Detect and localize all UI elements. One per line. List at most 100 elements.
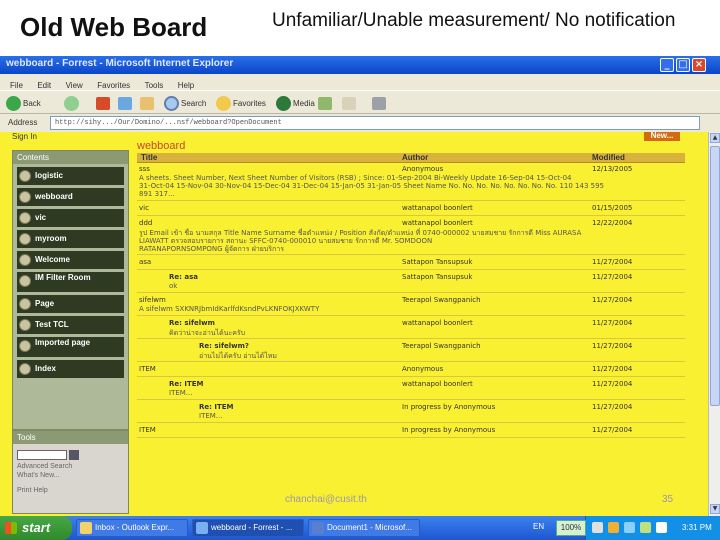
favorites-button[interactable]: Favorites: [216, 94, 266, 112]
table-row[interactable]: ITEM In progress by Anonymous 11/27/2004: [137, 426, 685, 438]
tools-search-go-button[interactable]: [69, 450, 79, 460]
search-button[interactable]: Search: [164, 94, 206, 112]
tray-network-icon[interactable]: [592, 522, 603, 533]
table-row[interactable]: ITEM Anonymous 11/27/2004: [137, 365, 685, 377]
back-button[interactable]: Back: [6, 94, 41, 112]
column-title[interactable]: Title: [141, 153, 157, 163]
row-title[interactable]: Re: asa: [169, 273, 198, 281]
address-label: Address: [8, 118, 38, 127]
tray-app-icon[interactable]: [640, 522, 651, 533]
slide-page-number: 35: [662, 494, 674, 505]
advanced-search-link[interactable]: Advanced Search: [17, 462, 128, 471]
sidebar-item-myroom[interactable]: myroom: [17, 230, 124, 248]
row-title[interactable]: Re: sifelwm?: [199, 342, 249, 350]
row-title[interactable]: ITEM: [139, 426, 156, 434]
row-author: Sattapon Tansupsuk: [402, 273, 473, 281]
table-row[interactable]: vic wattanapol boonlert 01/15/2005: [137, 204, 685, 216]
window-titlebar[interactable]: webboard - Forrest - Microsoft Internet …: [0, 56, 720, 74]
sidebar-item-im-filter-room[interactable]: IM Filter Room: [17, 272, 124, 292]
sidebar-item-welcome[interactable]: Welcome: [17, 251, 124, 269]
close-button[interactable]: ×: [692, 58, 706, 72]
history-button[interactable]: [318, 94, 334, 112]
system-tray: EN 100% 3:31 PM: [533, 516, 720, 540]
bullet-icon: [19, 275, 31, 287]
sidebar-item-logistic[interactable]: logistic: [17, 167, 124, 185]
sidebar-item-webboard[interactable]: webboard: [17, 188, 124, 206]
maximize-button[interactable]: □: [676, 58, 690, 72]
tools-panel: Tools Advanced Search What's New... Prin…: [12, 430, 129, 514]
scroll-thumb[interactable]: [710, 146, 720, 406]
row-body-line: A sheets. Sheet Number, Next Sheet Numbe…: [139, 174, 572, 182]
table-row[interactable]: asa Sattapon Tansupsuk 11/27/2004: [137, 258, 685, 270]
sidebar-item-vic[interactable]: vic: [17, 209, 124, 227]
mail-button[interactable]: [342, 94, 358, 112]
table-row[interactable]: ddd wattanapol boonlert 12/22/2004 รูป Emai…: [137, 219, 685, 255]
home-button[interactable]: [140, 94, 156, 112]
table-row[interactable]: Re: ITEM In progress by Anonymous 11/27/20…: [137, 403, 685, 423]
tools-search-input[interactable]: [17, 450, 67, 460]
whats-new-link[interactable]: What's New...: [17, 471, 128, 480]
table-row[interactable]: Re: sifelwm wattanapol boonlert 11/27/2004…: [137, 319, 685, 339]
row-title[interactable]: Re: ITEM: [169, 380, 204, 388]
print-help-link[interactable]: Print Help: [17, 486, 128, 495]
sidebar-item-test-tcl[interactable]: Test TCL: [17, 316, 124, 334]
row-title[interactable]: asa: [139, 258, 151, 266]
tools-header: Tools: [13, 431, 128, 444]
row-author: In progress by Anonymous: [402, 426, 496, 434]
tray-security-icon[interactable]: [608, 522, 619, 533]
row-body-line: คิดว่าน่าจะอ่านได้นะครับ: [169, 329, 246, 337]
refresh-button[interactable]: [118, 94, 134, 112]
zoom-indicator[interactable]: 100%: [556, 520, 586, 536]
table-row[interactable]: sss Anonymous 12/13/2005 A sheets. Sheet Nu…: [137, 165, 685, 201]
sign-in-link[interactable]: Sign In: [12, 132, 37, 141]
print-button[interactable]: [372, 94, 388, 112]
address-input[interactable]: http://sihy.../Our/Domino/...nsf/webboar…: [50, 116, 700, 130]
vertical-scrollbar[interactable]: ▲ ▼: [708, 132, 720, 516]
forward-button[interactable]: [64, 94, 81, 112]
clock: 3:31 PM: [682, 523, 712, 532]
row-author: wattanapol boonlert: [402, 380, 473, 388]
sidebar-item-imported-page[interactable]: Imported page: [17, 337, 124, 357]
language-indicator[interactable]: EN: [533, 522, 544, 531]
sidebar-item-page[interactable]: Page: [17, 295, 124, 313]
column-modified[interactable]: Modified: [592, 153, 625, 163]
tray-volume-icon[interactable]: [624, 522, 635, 533]
stop-button[interactable]: [96, 94, 112, 112]
scroll-down-icon[interactable]: ▼: [710, 504, 720, 514]
page-content: Sign In New... Contents logistic webboar…: [0, 132, 708, 516]
column-author[interactable]: Author: [402, 153, 428, 163]
minimize-button[interactable]: _: [660, 58, 674, 72]
media-button[interactable]: Media: [276, 94, 315, 112]
row-author: Anonymous: [402, 365, 444, 373]
table-row[interactable]: Re: sifelwm? Teerapol Swangpanich 11/27/20…: [137, 342, 685, 362]
bullet-icon: [19, 212, 31, 224]
stop-icon: [96, 96, 110, 110]
tray-messenger-icon[interactable]: [656, 522, 667, 533]
row-modified: 11/27/2004: [592, 365, 633, 373]
row-modified: 11/27/2004: [592, 258, 633, 266]
start-button[interactable]: start: [0, 516, 72, 540]
row-title[interactable]: Re: ITEM: [199, 403, 234, 411]
media-icon: [276, 95, 291, 111]
row-body-line: ITEM...: [199, 412, 223, 420]
task-word[interactable]: Document1 - Microsof...: [308, 519, 420, 537]
table-row[interactable]: Re: asa Sattapon Tansupsuk 11/27/2004 ok: [137, 273, 685, 293]
table-row[interactable]: sifelwm Teerapol Swangpanich 11/27/2004 A s…: [137, 296, 685, 316]
sidebar-item-index[interactable]: Index: [17, 360, 124, 378]
row-title[interactable]: Re: sifelwm: [169, 319, 215, 327]
slide-watermark: chanchai@cusit.th: [285, 494, 367, 505]
task-outlook[interactable]: Inbox - Outlook Expr...: [76, 519, 188, 537]
row-modified: 11/27/2004: [592, 273, 633, 281]
row-title[interactable]: ITEM: [139, 365, 156, 373]
row-title[interactable]: vic: [139, 204, 149, 212]
row-title[interactable]: sss: [139, 165, 150, 173]
slide-subtitle: Unfamiliar/Unable measurement/ No notifi…: [272, 10, 676, 31]
table-row[interactable]: Re: ITEM wattanapol boonlert 11/27/2004 ITE…: [137, 380, 685, 400]
row-title[interactable]: ddd: [139, 219, 152, 227]
row-title[interactable]: sifelwm: [139, 296, 166, 304]
task-webboard[interactable]: webboard - Forrest - ...: [192, 519, 304, 537]
scroll-up-icon[interactable]: ▲: [710, 133, 720, 143]
browser-window: webboard - Forrest - Microsoft Internet …: [0, 56, 720, 516]
row-body-line: ok: [169, 282, 178, 290]
history-icon: [318, 96, 332, 110]
